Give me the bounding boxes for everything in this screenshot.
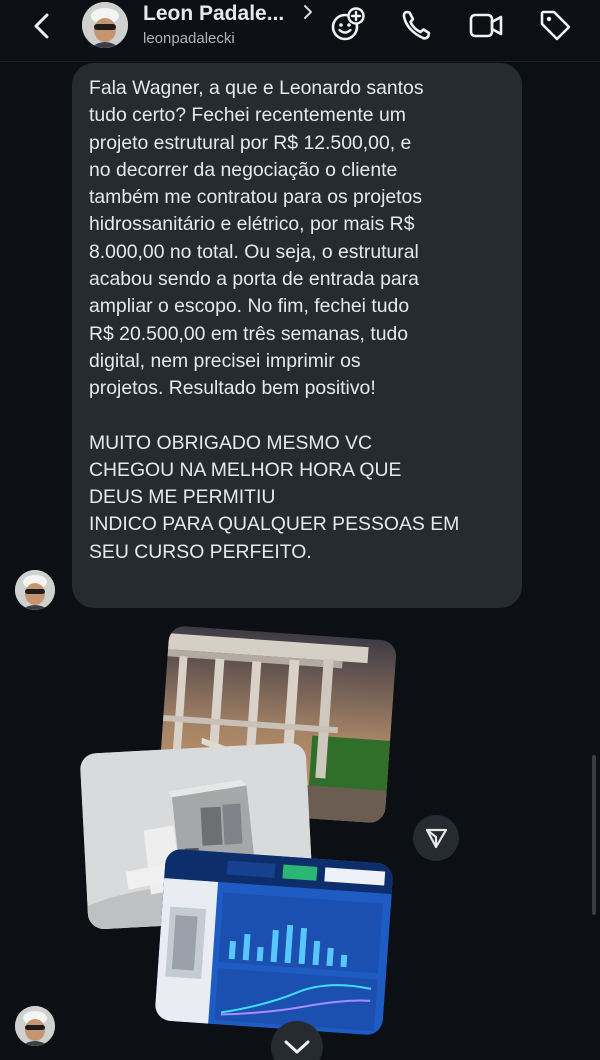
chevron-left-icon[interactable] [26,10,58,42]
message-bubble[interactable]: Fala Wagner, a que e Leonardo santos tud… [72,63,522,608]
contact-name[interactable]: Leon Padale... [143,2,284,26]
video-camera-icon[interactable] [467,6,505,44]
message-paragraph: Fala Wagner, a que e Leonardo santos tud… [89,77,424,400]
phone-icon[interactable] [398,6,436,44]
avatar-image [15,1006,55,1046]
contact-handle: leonpadalecki [143,30,235,47]
message-paragraph: MUITO OBRIGADO MESMO VC CHEGOU NA MELHOR… [89,431,460,563]
chevron-down-icon [284,1040,310,1054]
share-button[interactable] [413,815,459,861]
send-icon [425,828,448,849]
sender-avatar[interactable] [15,1006,55,1046]
avatar-image [15,570,55,610]
dashboard-image [154,848,394,1036]
scrollbar[interactable] [592,755,596,915]
scroll-to-bottom-button[interactable] [271,1021,323,1060]
chevron-right-icon[interactable] [301,4,315,20]
render-photo[interactable] [154,848,394,1036]
sticker-effects-icon[interactable] [328,6,366,44]
avatar-image [82,2,128,48]
sender-avatar[interactable] [15,570,55,610]
tag-icon[interactable] [536,6,574,44]
contact-avatar[interactable] [82,2,128,48]
chat-header: Leon Padale... leonpadalecki [0,0,600,62]
